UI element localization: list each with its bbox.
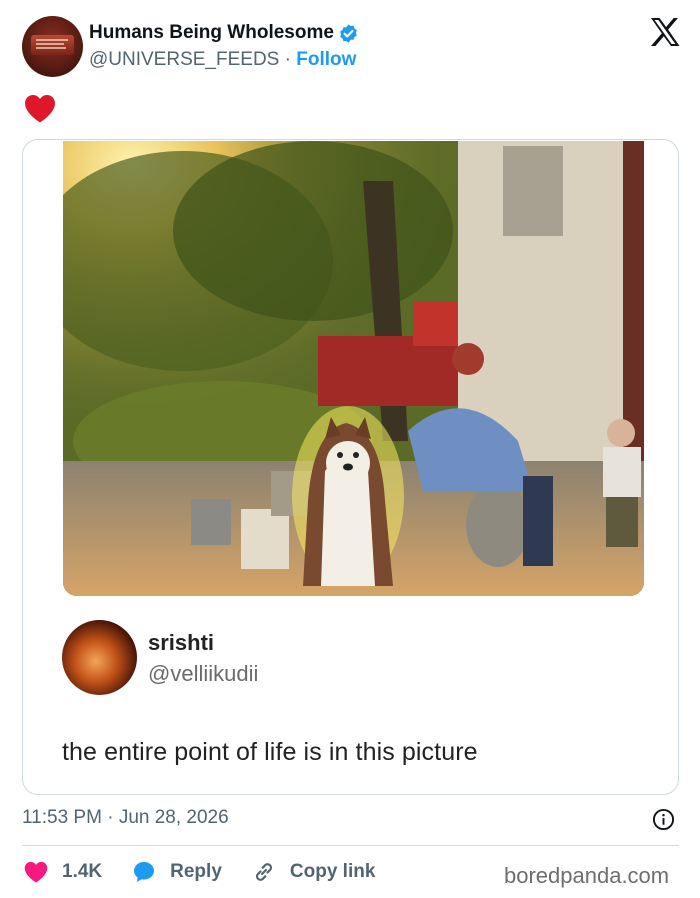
reply-button[interactable]: Reply [132, 860, 222, 884]
copy-link-label: Copy link [289, 861, 376, 882]
separator-dot: · [284, 49, 291, 70]
speech-bubble-icon [134, 862, 155, 882]
author-handle-line: @UNIVERSE_FEEDS · Follow [89, 49, 356, 71]
quoted-author-avatar[interactable] [62, 620, 137, 695]
post-header: Humans Being Wholesome @UNIVERSE_FEEDS ·… [22, 16, 682, 78]
author-name-line: Humans Being Wholesome [89, 22, 359, 44]
quoted-author-handle[interactable]: @velliikudii [148, 661, 258, 687]
quoted-author-name[interactable]: srishti [148, 630, 214, 656]
like-heart-icon [24, 861, 48, 883]
like-count: 1.4K [62, 861, 103, 882]
reply-label: Reply [170, 861, 222, 882]
author-handle[interactable]: @UNIVERSE_FEEDS [89, 49, 279, 70]
author-name[interactable]: Humans Being Wholesome [89, 22, 334, 44]
post-time: 11:53 PM [22, 807, 102, 828]
action-bar: 1.4K Reply Copy link [24, 858, 405, 886]
verified-badge-icon [340, 23, 357, 43]
heart-icon [25, 95, 55, 123]
quoted-post-text: the entire point of life is in this pict… [62, 738, 478, 766]
post-date: Jun 28, 2026 [118, 807, 229, 828]
avatar-sign-image [31, 35, 74, 55]
timestamp-separator: · [107, 807, 114, 828]
author-avatar[interactable] [22, 16, 83, 77]
quoted-post-card[interactable]: srishti @velliikudii the entire point of… [22, 139, 679, 795]
x-logo-icon[interactable] [650, 18, 680, 46]
copy-link-button[interactable]: Copy link [252, 860, 376, 884]
link-icon [255, 863, 272, 881]
post-timestamp[interactable]: 11:53 PM · Jun 28, 2026 [22, 807, 229, 829]
source-watermark: boredpanda.com [504, 863, 670, 888]
follow-button[interactable]: Follow [296, 49, 356, 70]
photo-dog-scene [63, 141, 644, 596]
divider [22, 845, 679, 846]
post-photo[interactable] [63, 141, 644, 596]
like-button[interactable]: 1.4K [24, 861, 102, 883]
info-icon[interactable] [652, 808, 675, 831]
